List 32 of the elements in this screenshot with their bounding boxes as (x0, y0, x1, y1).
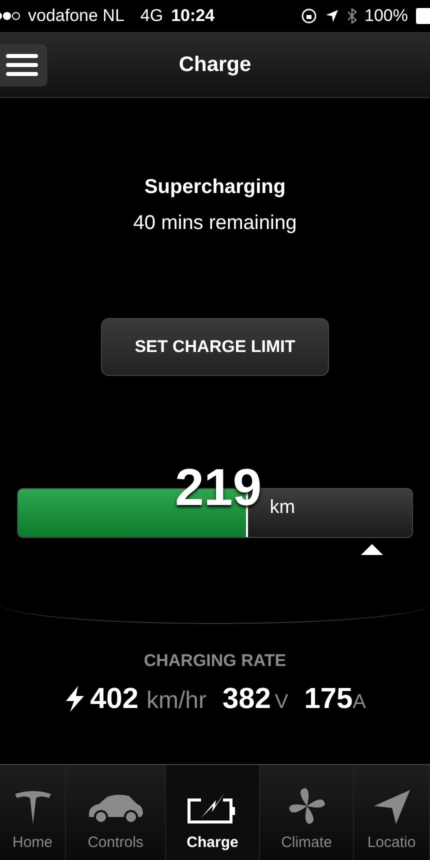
current-unit: A (352, 690, 366, 714)
lightning-icon (64, 686, 86, 712)
charge-speed: 402 (90, 682, 138, 716)
bluetooth-icon (346, 8, 357, 24)
voltage-value: 382 (222, 682, 271, 716)
location-arrow-icon (372, 788, 412, 826)
set-charge-limit-button[interactable]: SET CHARGE LIMIT (101, 318, 329, 376)
range-unit: km (270, 496, 296, 520)
status-time: 10:24 (171, 5, 215, 28)
fan-icon (286, 786, 326, 826)
menu-button[interactable] (0, 42, 48, 86)
network-type: 4G (140, 5, 164, 28)
charge-status-title: Supercharging (144, 175, 286, 200)
charging-rate-label: CHARGING RATE (144, 650, 286, 672)
voltage-unit: V (274, 690, 288, 714)
rotation-lock-icon (300, 8, 317, 24)
speed-unit: km/hr (146, 686, 206, 716)
battery-percentage: 100% (364, 5, 408, 28)
time-remaining: 40 mins remaining (133, 211, 297, 236)
tab-bar-item[interactable]: Controls (66, 765, 166, 860)
current-value: 175 (304, 682, 353, 716)
location-icon (324, 9, 339, 23)
menu-icon (6, 52, 38, 76)
tab-bar-item[interactable]: Climate (260, 765, 354, 860)
battery-icon (416, 8, 430, 24)
tab-bar-item[interactable]: Locatio (354, 765, 430, 860)
charge-limit-marker[interactable] (361, 544, 383, 555)
range-value: 219 (174, 462, 262, 514)
page-title: Charge (178, 52, 252, 78)
tab-bar-item[interactable]: Charge (166, 765, 260, 860)
carrier-name: vodafone NL (28, 5, 124, 28)
tab-bar-item[interactable]: Home (0, 765, 66, 860)
